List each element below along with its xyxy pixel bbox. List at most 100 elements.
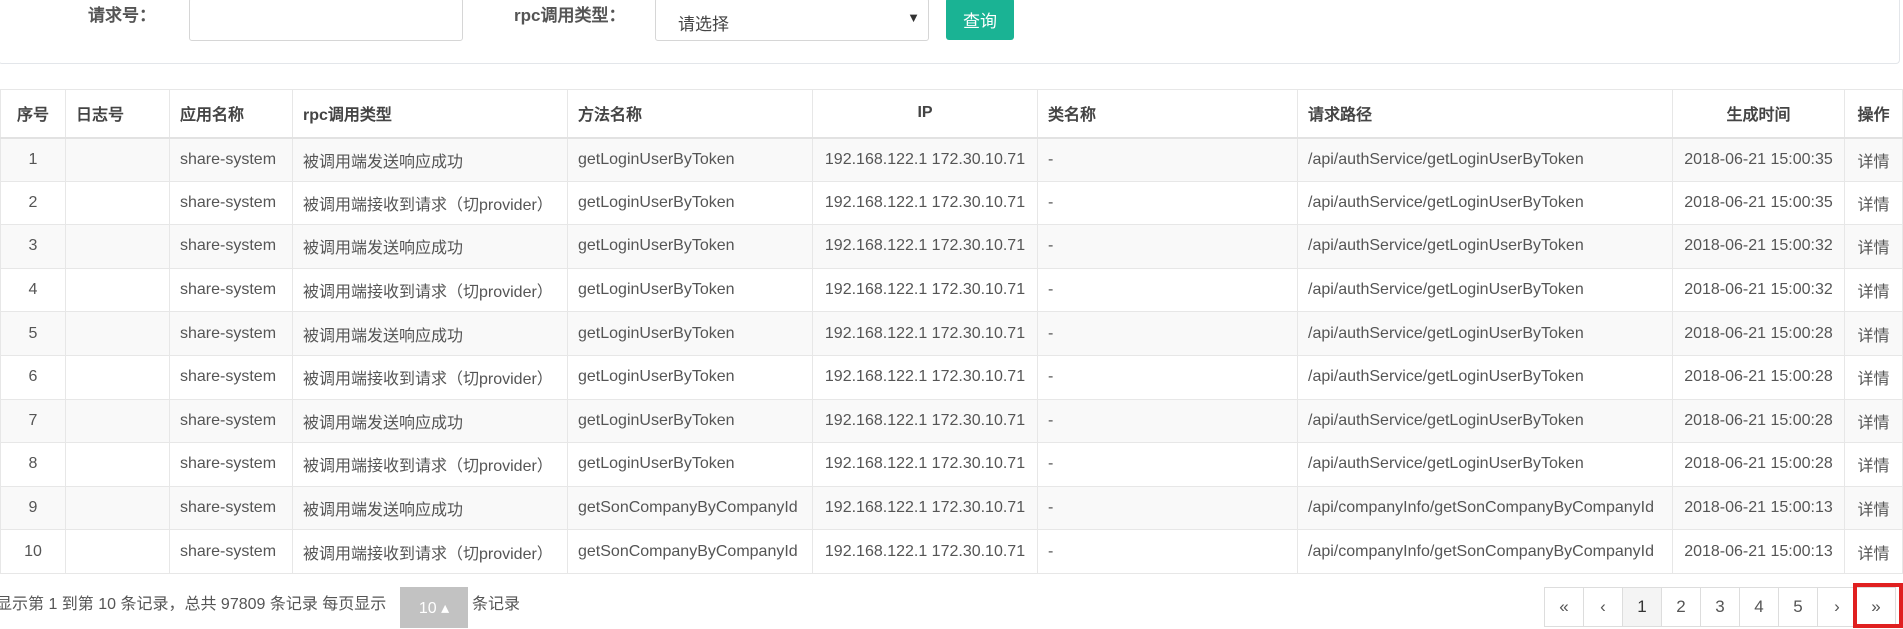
- pagination: « ‹ 1 2 3 4 5 › »: [1544, 587, 1896, 627]
- table-row: 4 share-system 被调用端接收到请求（切provider） getL…: [0, 267, 1903, 313]
- column-header-app[interactable]: 应用名称: [169, 89, 293, 139]
- cell-method: getLoginUserByToken: [567, 442, 813, 487]
- cell-method: getSonCompanyByCompanyId: [567, 485, 813, 531]
- cell-class: -: [1037, 485, 1298, 531]
- page-button-2[interactable]: 2: [1661, 587, 1701, 627]
- request-no-input[interactable]: [189, 0, 463, 41]
- detail-link[interactable]: 详情: [1844, 485, 1903, 531]
- cell-ip: 192.168.122.1 172.30.10.71: [812, 354, 1038, 400]
- cell-ip: 192.168.122.1 172.30.10.71: [812, 311, 1038, 356]
- column-header-class[interactable]: 类名称: [1037, 89, 1298, 139]
- column-header-ip[interactable]: IP: [812, 89, 1038, 139]
- column-header-no[interactable]: 序号: [0, 89, 66, 139]
- page-button-1[interactable]: 1: [1622, 587, 1662, 627]
- page-size-dropdown[interactable]: 10 ▴: [400, 587, 468, 628]
- cell-time: 2018-06-21 15:00:35: [1672, 180, 1845, 226]
- cell-method: getLoginUserByToken: [567, 311, 813, 356]
- cell-time: 2018-06-21 15:00:35: [1672, 137, 1845, 182]
- cell-class: -: [1037, 442, 1298, 487]
- cell-log: [65, 137, 170, 182]
- cell-app: share-system: [169, 354, 293, 400]
- cell-class: -: [1037, 137, 1298, 182]
- table-header-row: 序号 日志号 应用名称 rpc调用类型 方法名称 IP 类名称 请求路径 生成时…: [0, 89, 1903, 139]
- query-button[interactable]: 查询: [946, 0, 1014, 40]
- cell-time: 2018-06-21 15:00:28: [1672, 398, 1845, 444]
- column-header-method[interactable]: 方法名称: [567, 89, 813, 139]
- page-button-5[interactable]: 5: [1778, 587, 1818, 627]
- cell-time: 2018-06-21 15:00:28: [1672, 442, 1845, 487]
- cell-ip: 192.168.122.1 172.30.10.71: [812, 180, 1038, 226]
- cell-path: /api/authService/getLoginUserByToken: [1297, 180, 1673, 226]
- cell-log: [65, 224, 170, 269]
- detail-link[interactable]: 详情: [1844, 442, 1903, 487]
- cell-class: -: [1037, 267, 1298, 313]
- cell-app: share-system: [169, 529, 293, 574]
- next-page-button[interactable]: ›: [1817, 587, 1857, 627]
- cell-rpc-type: 被调用端接收到请求（切provider）: [292, 180, 568, 226]
- detail-link[interactable]: 详情: [1844, 267, 1903, 313]
- page-button-3[interactable]: 3: [1700, 587, 1740, 627]
- cell-app: share-system: [169, 267, 293, 313]
- cell-method: getLoginUserByToken: [567, 354, 813, 400]
- rpc-log-table: 序号 日志号 应用名称 rpc调用类型 方法名称 IP 类名称 请求路径 生成时…: [0, 89, 1903, 574]
- cell-time: 2018-06-21 15:00:13: [1672, 529, 1845, 574]
- rpc-type-label: rpc调用类型：: [514, 6, 626, 25]
- cell-path: /api/companyInfo/getSonCompanyByCompanyI…: [1297, 485, 1673, 531]
- cell-time: 2018-06-21 15:00:32: [1672, 224, 1845, 269]
- cell-app: share-system: [169, 485, 293, 531]
- detail-link[interactable]: 详情: [1844, 529, 1903, 574]
- cell-rpc-type: 被调用端接收到请求（切provider）: [292, 267, 568, 313]
- cell-no: 5: [0, 311, 66, 356]
- cell-method: getLoginUserByToken: [567, 224, 813, 269]
- cell-log: [65, 442, 170, 487]
- cell-rpc-type: 被调用端发送响应成功: [292, 224, 568, 269]
- cell-method: getLoginUserByToken: [567, 267, 813, 313]
- detail-link[interactable]: 详情: [1844, 137, 1903, 182]
- cell-app: share-system: [169, 224, 293, 269]
- rpc-type-select[interactable]: 请选择 ▼: [655, 0, 929, 41]
- column-header-time[interactable]: 生成时间: [1672, 89, 1845, 139]
- search-panel: 请求号： rpc调用类型： 请选择 ▼ 查询: [0, 0, 1900, 64]
- cell-app: share-system: [169, 442, 293, 487]
- column-header-path[interactable]: 请求路径: [1297, 89, 1673, 139]
- detail-link[interactable]: 详情: [1844, 354, 1903, 400]
- detail-link[interactable]: 详情: [1844, 311, 1903, 356]
- table-row: 8 share-system 被调用端接收到请求（切provider） getL…: [0, 442, 1903, 487]
- cell-method: getLoginUserByToken: [567, 137, 813, 182]
- table-row: 7 share-system 被调用端发送响应成功 getLoginUserBy…: [0, 398, 1903, 444]
- detail-link[interactable]: 详情: [1844, 398, 1903, 444]
- cell-method: getLoginUserByToken: [567, 398, 813, 444]
- first-page-button[interactable]: «: [1544, 587, 1584, 627]
- table-row: 2 share-system 被调用端接收到请求（切provider） getL…: [0, 180, 1903, 226]
- table-row: 9 share-system 被调用端发送响应成功 getSonCompanyB…: [0, 485, 1903, 531]
- detail-link[interactable]: 详情: [1844, 224, 1903, 269]
- cell-no: 3: [0, 224, 66, 269]
- cell-no: 6: [0, 354, 66, 400]
- cell-time: 2018-06-21 15:00:32: [1672, 267, 1845, 313]
- column-header-log[interactable]: 日志号: [65, 89, 170, 139]
- cell-rpc-type: 被调用端发送响应成功: [292, 485, 568, 531]
- cell-time: 2018-06-21 15:00:13: [1672, 485, 1845, 531]
- cell-path: /api/authService/getLoginUserByToken: [1297, 354, 1673, 400]
- cell-ip: 192.168.122.1 172.30.10.71: [812, 529, 1038, 574]
- cell-rpc-type: 被调用端接收到请求（切provider）: [292, 529, 568, 574]
- table-row: 1 share-system 被调用端发送响应成功 getLoginUserBy…: [0, 137, 1903, 182]
- cell-class: -: [1037, 398, 1298, 444]
- column-header-rpc-type[interactable]: rpc调用类型: [292, 89, 568, 139]
- cell-path: /api/companyInfo/getSonCompanyByCompanyI…: [1297, 529, 1673, 574]
- last-page-button[interactable]: »: [1856, 587, 1896, 627]
- request-no-label: 请求号：: [88, 6, 156, 25]
- prev-page-button[interactable]: ‹: [1583, 587, 1623, 627]
- cell-path: /api/authService/getLoginUserByToken: [1297, 137, 1673, 182]
- table-row: 6 share-system 被调用端接收到请求（切provider） getL…: [0, 354, 1903, 400]
- cell-log: [65, 398, 170, 444]
- table-row: 5 share-system 被调用端发送响应成功 getLoginUserBy…: [0, 311, 1903, 356]
- detail-link[interactable]: 详情: [1844, 180, 1903, 226]
- cell-rpc-type: 被调用端发送响应成功: [292, 311, 568, 356]
- cell-path: /api/authService/getLoginUserByToken: [1297, 398, 1673, 444]
- page-button-4[interactable]: 4: [1739, 587, 1779, 627]
- cell-app: share-system: [169, 180, 293, 226]
- cell-rpc-type: 被调用端发送响应成功: [292, 137, 568, 182]
- cell-ip: 192.168.122.1 172.30.10.71: [812, 224, 1038, 269]
- cell-path: /api/authService/getLoginUserByToken: [1297, 311, 1673, 356]
